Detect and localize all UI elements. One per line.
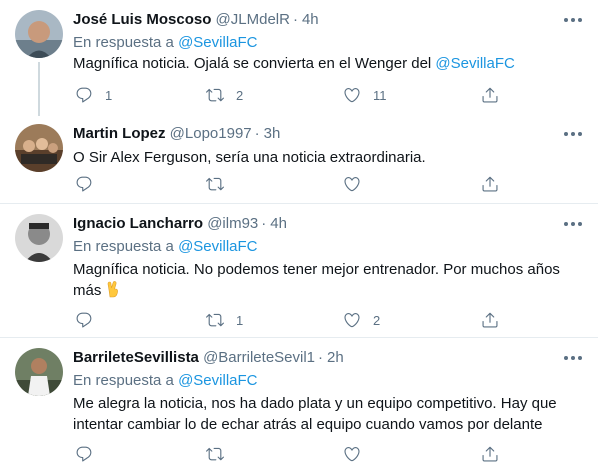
heart-icon	[343, 311, 361, 329]
share-icon	[481, 445, 499, 463]
share-icon	[481, 175, 499, 193]
tweet-text-line: Magnífica noticia. No podemos tener mejo…	[73, 261, 560, 278]
tweet[interactable]: BarrileteSevillista @BarrileteSevil1 · 2h …	[0, 338, 598, 463]
thread-line	[38, 62, 40, 116]
heart-icon	[343, 445, 361, 463]
separator-dot: ·	[254, 125, 260, 142]
reply-mention-link[interactable]: @SevillaFC	[178, 372, 257, 389]
retweet-count: 2	[236, 87, 244, 103]
action-bar: 1 2	[73, 308, 503, 332]
display-name[interactable]: BarrileteSevillista	[73, 349, 199, 366]
user-handle[interactable]: @ilm93	[207, 215, 258, 232]
like-count: 2	[373, 312, 381, 328]
avatar[interactable]	[15, 214, 63, 262]
reply-prefix: En respuesta a	[73, 238, 174, 255]
more-icon[interactable]	[562, 214, 584, 234]
reply-icon	[75, 311, 93, 329]
display-name[interactable]: Ignacio Lancharro	[73, 215, 203, 232]
avatar[interactable]	[15, 124, 63, 172]
tweet-text-line: más	[73, 280, 578, 304]
reply-mention-link[interactable]: @SevillaFC	[178, 238, 257, 255]
tweet-text: Magnífica noticia. Ojalá se convierta en…	[73, 53, 578, 74]
retweet-icon	[206, 311, 224, 329]
tweet-text-line-2: más	[73, 282, 102, 299]
tweet-text: Me alegra la noticia, nos ha dado plata …	[73, 393, 578, 435]
fingers-crossed-emoji	[105, 280, 121, 304]
display-name[interactable]: José Luis Moscoso	[73, 11, 211, 28]
retweet-icon	[206, 175, 224, 193]
share-button[interactable]	[481, 442, 499, 463]
reply-count: 1	[105, 87, 113, 103]
separator-dot: ·	[261, 215, 267, 232]
reply-button[interactable]	[75, 172, 93, 196]
like-count: 11	[373, 87, 387, 103]
user-handle[interactable]: @Lopo1997	[170, 125, 252, 142]
reply-icon	[75, 86, 93, 104]
reply-mention-link[interactable]: @SevillaFC	[178, 34, 257, 51]
more-icon[interactable]	[562, 124, 584, 144]
tweet-text-body: Magnífica noticia. Ojalá se convierta en…	[73, 55, 432, 72]
timestamp[interactable]: 3h	[264, 125, 281, 142]
like-button[interactable]: 11	[343, 83, 387, 107]
retweet-button[interactable]	[206, 442, 224, 463]
retweet-count: 1	[236, 312, 244, 328]
more-icon[interactable]	[562, 10, 584, 30]
tweet-text: Magnífica noticia. No podemos tener mejo…	[73, 259, 578, 304]
reply-context: En respuesta a @SevillaFC	[73, 371, 258, 391]
tweet-header: Martin Lopez @Lopo1997 · 3h	[73, 124, 280, 144]
share-button[interactable]	[481, 308, 499, 332]
share-button[interactable]	[481, 83, 499, 107]
reply-button[interactable]	[75, 442, 93, 463]
tweet[interactable]: Ignacio Lancharro @ilm93 · 4h En respuesta…	[0, 204, 598, 337]
retweet-icon	[206, 445, 224, 463]
reply-icon	[75, 445, 93, 463]
like-button[interactable]	[343, 172, 361, 196]
reply-context: En respuesta a @SevillaFC	[73, 33, 258, 53]
display-name[interactable]: Martin Lopez	[73, 125, 166, 142]
retweet-button[interactable]: 1	[206, 308, 243, 332]
share-icon	[481, 311, 499, 329]
reply-prefix: En respuesta a	[73, 34, 174, 51]
user-handle[interactable]: @JLMdelR	[216, 11, 290, 28]
separator-dot: ·	[318, 349, 324, 366]
share-icon	[481, 86, 499, 104]
action-bar	[73, 172, 503, 196]
like-button[interactable]: 2	[343, 308, 380, 332]
like-button[interactable]	[343, 442, 361, 463]
retweet-button[interactable]: 2	[206, 83, 243, 107]
retweet-button[interactable]	[206, 172, 224, 196]
avatar[interactable]	[15, 10, 63, 58]
reply-icon	[75, 175, 93, 193]
tweet-header: Ignacio Lancharro @ilm93 · 4h	[73, 214, 287, 234]
reply-button[interactable]: 1	[75, 83, 112, 107]
timestamp[interactable]: 4h	[270, 215, 287, 232]
reply-button[interactable]	[75, 308, 93, 332]
action-bar	[73, 442, 503, 463]
share-button[interactable]	[481, 172, 499, 196]
tweet-text-line: Me alegra la noticia, nos ha dado plata …	[73, 395, 557, 412]
reply-context: En respuesta a @SevillaFC	[73, 237, 258, 257]
tweet-header: BarrileteSevillista @BarrileteSevil1 · 2h	[73, 348, 344, 368]
heart-icon	[343, 175, 361, 193]
timestamp[interactable]: 2h	[327, 349, 344, 366]
timestamp[interactable]: 4h	[302, 11, 319, 28]
separator-dot: ·	[292, 11, 298, 28]
tweet[interactable]: Martin Lopez @Lopo1997 · 3h O Sir Alex Fer…	[0, 116, 598, 203]
user-handle[interactable]: @BarrileteSevil1	[203, 349, 315, 366]
tweet[interactable]: José Luis Moscoso @JLMdelR · 4h En respues…	[0, 0, 598, 116]
reply-prefix: En respuesta a	[73, 372, 174, 389]
tweet-header: José Luis Moscoso @JLMdelR · 4h	[73, 10, 319, 30]
action-bar: 1 2 11	[73, 83, 503, 107]
retweet-icon	[206, 86, 224, 104]
heart-icon	[343, 86, 361, 104]
more-icon[interactable]	[562, 348, 584, 368]
avatar[interactable]	[15, 348, 63, 396]
text-mention-link[interactable]: @SevillaFC	[435, 55, 514, 72]
tweet-text: O Sir Alex Ferguson, sería una noticia e…	[73, 149, 426, 166]
tweet-text-line: intentar cambiar lo de echar atrás al eq…	[73, 416, 543, 433]
